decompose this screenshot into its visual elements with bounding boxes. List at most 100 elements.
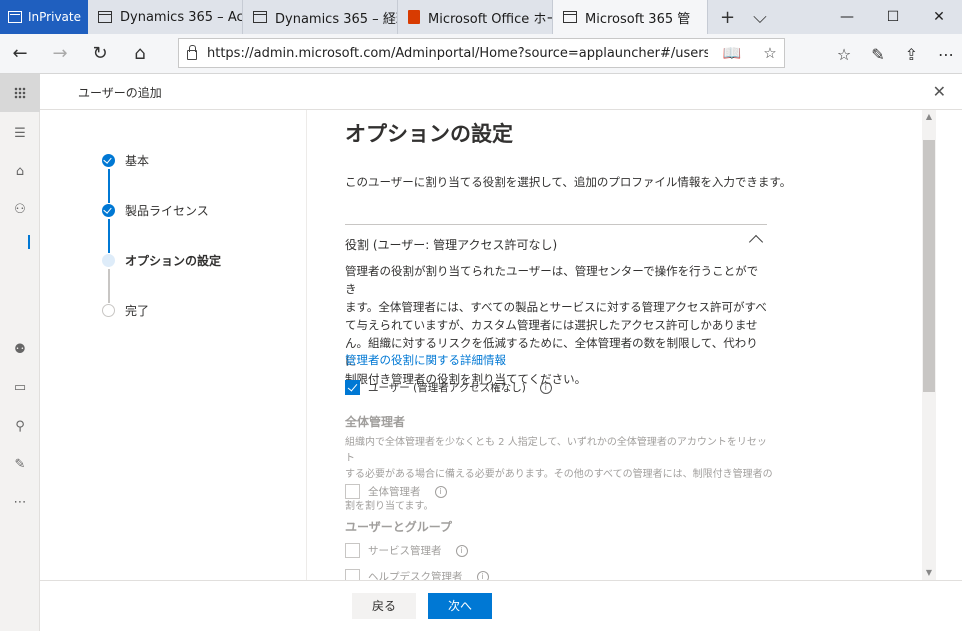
- scroll-up-icon[interactable]: ▲: [922, 110, 936, 124]
- more-icon[interactable]: ⋯: [938, 45, 954, 64]
- desc-line: 管理者の役割が割り当てられたユーザーは、管理センターで操作を行うことができ: [345, 264, 759, 296]
- minimize-button[interactable]: —: [824, 9, 870, 25]
- global-admin-option[interactable]: 全体管理者 i: [345, 484, 447, 499]
- step-check-icon: [102, 154, 115, 167]
- step-check-icon: [102, 204, 115, 217]
- groups-icon[interactable]: ⚉: [12, 342, 28, 358]
- tab-label: Microsoft 365 管: [585, 11, 691, 27]
- step-connector: [108, 219, 110, 253]
- helpdesk-admin-checkbox[interactable]: [345, 569, 360, 580]
- step-finish[interactable]: 完了: [102, 302, 302, 319]
- tab-label: Microsoft Office ホー: [428, 11, 552, 27]
- users-groups-title: ユーザーとグループ: [345, 520, 453, 534]
- step-label: 製品ライセンス: [125, 204, 209, 218]
- scroll-thumb[interactable]: [923, 140, 935, 392]
- service-admin-option[interactable]: サービス管理者 i: [345, 543, 468, 558]
- chevron-up-icon[interactable]: [748, 234, 764, 250]
- checkbox-label: サービス管理者: [368, 545, 442, 557]
- user-icon[interactable]: ⚇: [12, 202, 28, 218]
- service-admin-checkbox[interactable]: [345, 543, 360, 558]
- step-connector: [108, 269, 110, 303]
- info-icon[interactable]: i: [539, 381, 552, 394]
- roles-section-title[interactable]: 役割 (ユーザー: 管理アクセス許可なし): [345, 236, 557, 253]
- office-icon: [408, 10, 420, 24]
- billing-icon[interactable]: ▭: [12, 380, 28, 396]
- admin-nav-rail: ☰ ⌂ ⚇ ⚉ ▭ ⚲ ✎ ⋯: [0, 74, 40, 631]
- checkbox-label: 全体管理者: [368, 486, 421, 498]
- url-field[interactable]: https://admin.microsoft.com/Adminportal/…: [178, 38, 785, 68]
- close-window-button[interactable]: ✕: [916, 9, 962, 25]
- desc-line: 割を割り当てます。: [345, 501, 434, 512]
- user-no-admin-checkbox[interactable]: [345, 380, 360, 395]
- page-title: オプションの設定: [345, 122, 513, 146]
- inprivate-badge: InPrivate: [0, 0, 88, 34]
- setup-icon[interactable]: ⚲: [12, 419, 28, 435]
- next-button[interactable]: 次へ: [428, 593, 492, 619]
- app-launcher-button[interactable]: [0, 74, 40, 112]
- back-arrow-icon[interactable]: ←: [0, 43, 40, 64]
- checkbox-label: ヘルプデスク管理者: [368, 571, 463, 580]
- panel-header: ユーザーの追加 ✕: [40, 74, 962, 110]
- back-button[interactable]: 戻る: [352, 593, 416, 619]
- desc-line: て与えられていますが、カスタム管理者には選択したアクセス許可しかありませ: [345, 318, 758, 332]
- url-text[interactable]: https://admin.microsoft.com/Adminportal/…: [207, 46, 708, 61]
- close-icon[interactable]: ✕: [933, 82, 946, 101]
- new-tab-button[interactable]: +: [720, 7, 735, 28]
- menu-icon[interactable]: ☰: [12, 126, 28, 142]
- helpdesk-admin-option[interactable]: ヘルプデスク管理者 i: [345, 569, 489, 580]
- add-user-panel: ユーザーの追加 ✕ 基本 製品ライセンス オプションの設定 完了 オプションの設…: [40, 74, 962, 631]
- scroll-down-icon[interactable]: ▼: [922, 566, 936, 580]
- page-icon: [253, 11, 267, 23]
- info-icon[interactable]: i: [476, 570, 489, 580]
- intro-text: このユーザーに割り当てる役割を選択して、追加のプロファイル情報を入力できます。: [345, 175, 792, 189]
- forward-arrow-icon[interactable]: →: [40, 43, 80, 64]
- browser-tab-1[interactable]: Dynamics 365 – Acc: [88, 0, 243, 34]
- pen-icon[interactable]: ✎: [871, 45, 884, 64]
- page-icon: [98, 11, 112, 23]
- tab-list-chevron-icon[interactable]: ⌵: [753, 7, 767, 28]
- panel-footer: 戻る 次へ: [40, 580, 962, 631]
- maximize-button[interactable]: ☐: [870, 9, 916, 25]
- global-admin-checkbox[interactable]: [345, 484, 360, 499]
- browser-tab-2[interactable]: Dynamics 365 – 経理: [243, 0, 398, 34]
- refresh-icon[interactable]: ↻: [80, 43, 120, 64]
- global-admin-description: 組織内で全体管理者を少なくとも 2 人指定して、いずれかの全体管理者のアカウント…: [345, 435, 775, 515]
- home-icon[interactable]: ⌂: [12, 164, 28, 180]
- step-current-icon: [102, 254, 115, 267]
- more-icon[interactable]: ⋯: [12, 495, 28, 511]
- step-licenses[interactable]: 製品ライセンス: [102, 202, 302, 219]
- lock-icon: [187, 45, 197, 60]
- checkbox-label: ユーザー (管理者アクセス権なし): [368, 382, 526, 394]
- reading-view-icon[interactable]: 📖: [718, 44, 746, 62]
- favorites-list-icon[interactable]: ☆: [837, 45, 851, 64]
- content-scrollbar[interactable]: ▲ ▼: [922, 110, 936, 580]
- tab-label: Dynamics 365 – Acc: [120, 9, 242, 25]
- inprivate-label: InPrivate: [28, 10, 81, 24]
- roles-description: 管理者の役割が割り当てられたユーザーは、管理センターで操作を行うことができ ます…: [345, 262, 767, 388]
- waffle-icon: [14, 87, 26, 99]
- panel-title: ユーザーの追加: [78, 86, 162, 100]
- step-label: 基本: [125, 154, 150, 168]
- home-icon[interactable]: ⌂: [120, 43, 160, 64]
- step-basics[interactable]: 基本: [102, 152, 302, 169]
- info-icon[interactable]: i: [455, 544, 468, 557]
- browser-tab-4[interactable]: Microsoft 365 管: [553, 0, 708, 34]
- section-divider: [345, 224, 767, 225]
- inprivate-icon: [8, 11, 22, 23]
- edit-icon[interactable]: ✎: [12, 457, 28, 473]
- step-label: 完了: [125, 304, 150, 318]
- options-content: オプションの設定 このユーザーに割り当てる役割を選択して、追加のプロファイル情報…: [307, 110, 922, 580]
- browser-tab-bar: InPrivate Dynamics 365 – Acc Dynamics 36…: [0, 0, 962, 34]
- browser-tab-3[interactable]: Microsoft Office ホー: [398, 0, 553, 34]
- step-pending-icon: [102, 304, 115, 317]
- active-indicator: [28, 235, 30, 249]
- tab-label: Dynamics 365 – 経理: [275, 11, 397, 27]
- info-icon[interactable]: i: [434, 485, 447, 498]
- step-optional-settings[interactable]: オプションの設定: [102, 252, 302, 269]
- favorite-star-icon[interactable]: ☆: [756, 44, 784, 62]
- user-no-admin-option[interactable]: ユーザー (管理者アクセス権なし) i: [345, 380, 552, 395]
- address-bar: ← → ↻ ⌂ https://admin.microsoft.com/Admi…: [0, 34, 962, 74]
- admin-roles-learn-more-link[interactable]: 管理者の役割に関する詳細情報: [345, 352, 506, 368]
- desc-line: ます。全体管理者には、すべての製品とサービスに対する管理アクセス許可がすべ: [345, 300, 767, 314]
- share-icon[interactable]: ⇪: [905, 45, 918, 64]
